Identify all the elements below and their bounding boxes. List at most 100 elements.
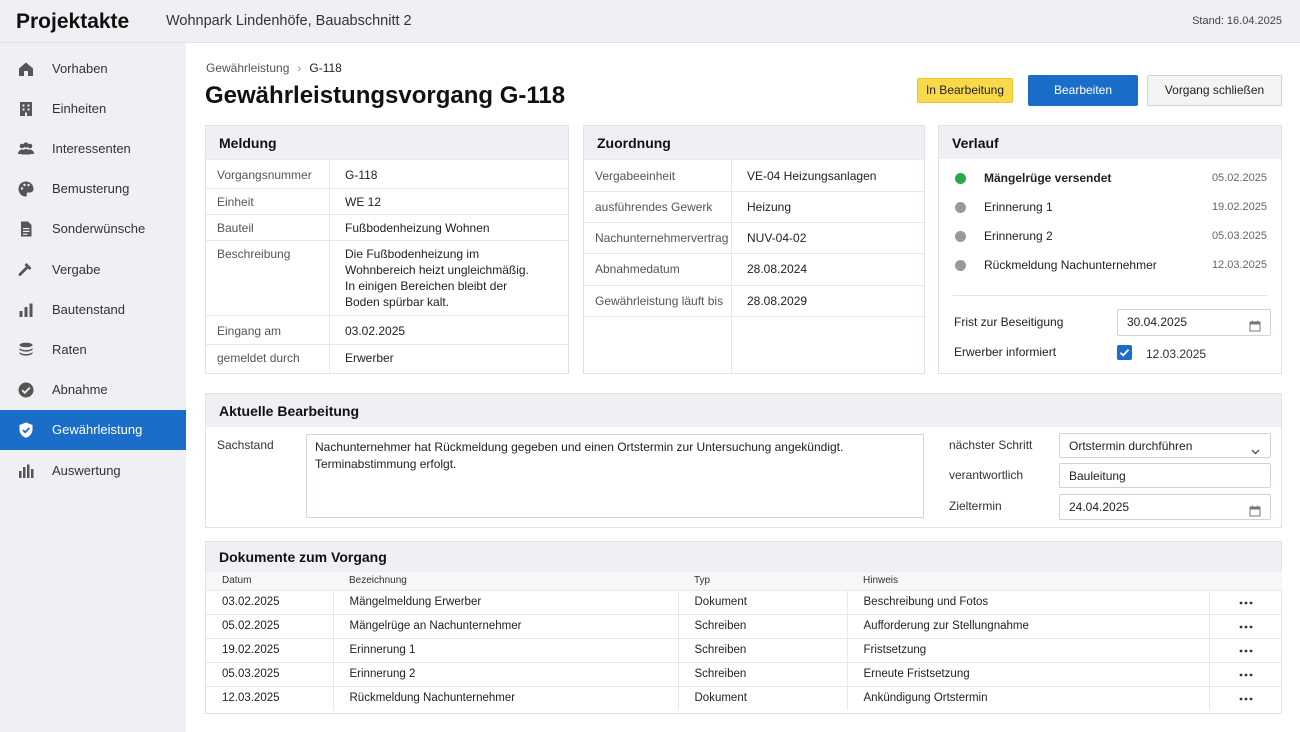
divider	[953, 295, 1267, 296]
bearbeitung-card: Aktuelle Bearbeitung Sachstand Nachunter…	[205, 393, 1282, 528]
calendar-icon[interactable]	[1249, 501, 1261, 517]
sidebar: Vorhaben Einheiten Interessenten Bemuste…	[0, 43, 186, 732]
target-date-label: Zieltermin	[949, 499, 1002, 513]
edit-button[interactable]: Bearbeiten	[1028, 75, 1138, 106]
sidebar-item-interessenten[interactable]: Interessenten	[0, 129, 186, 169]
kv-value: WE 12	[345, 195, 382, 209]
stand-date: Stand: 16.04.2025	[1192, 15, 1282, 27]
responsible-label: verantwortlich	[949, 468, 1024, 482]
more-icon[interactable]	[1239, 601, 1253, 605]
sidebar-item-raten[interactable]: Raten	[0, 330, 186, 370]
chevron-down-icon	[1250, 441, 1261, 455]
history-item: Erinnerung 1 19.02.2025	[955, 198, 1267, 218]
deadline-label: Frist zur Beseitigung	[954, 315, 1064, 329]
cell-type: Schreiben	[678, 613, 848, 638]
sidebar-item-sonderwuensche[interactable]: Sonderwünsche	[0, 209, 186, 249]
breadcrumb-parent-link[interactable]: Gewährleistung	[206, 61, 289, 75]
more-icon[interactable]	[1239, 649, 1253, 653]
kv-value: Heizung	[747, 200, 792, 214]
page-title: Gewährleistungsvorgang G-118	[205, 82, 566, 109]
buyer-informed-checkbox[interactable]	[1117, 345, 1132, 360]
sidebar-item-bautenstand[interactable]: Bautenstand	[0, 290, 186, 330]
sidebar-item-label: Einheiten	[52, 101, 107, 116]
column-header[interactable]: Hinweis	[847, 572, 1209, 591]
row-actions	[1209, 613, 1282, 638]
documents-card: Dokumente zum Vorgang Datum Bezeichnung …	[205, 541, 1282, 714]
kv-row: Eingang am 03.02.2025	[206, 315, 568, 344]
table-row[interactable]: 05.03.2025 Erinnerung 2 Schreiben Erneut…	[206, 661, 1282, 686]
responsible-input[interactable]: Bauleitung	[1059, 463, 1271, 488]
sidebar-item-label: Auswertung	[52, 463, 121, 478]
table-row[interactable]: 12.03.2025 Rückmeldung Nachunternehmer D…	[206, 685, 1282, 710]
row-actions	[1209, 589, 1282, 614]
kv-row: Abnahmedatum 28.08.2024	[584, 253, 924, 285]
column-header[interactable]: Datum	[206, 572, 333, 591]
kv-row: Vergabeeinheit VE-04 Heizungsanlagen	[584, 159, 924, 191]
more-icon[interactable]	[1239, 673, 1253, 677]
shield-icon	[17, 421, 35, 439]
kv-value: Fußbodenheizung Wohnen	[345, 221, 490, 235]
column-header[interactable]: Typ	[678, 572, 847, 591]
sidebar-item-bemusterung[interactable]: Bemusterung	[0, 169, 186, 209]
status-textarea[interactable]: Nachunternehmer hat Rückmeldung gegeben …	[306, 434, 924, 518]
sidebar-item-auswertung[interactable]: Auswertung	[0, 451, 186, 491]
kv-value: 28.08.2024	[747, 262, 808, 276]
next-step-label: nächster Schritt	[949, 438, 1033, 452]
more-icon[interactable]	[1239, 625, 1253, 629]
history-label: Mängelrüge versendet	[984, 171, 1112, 185]
row-actions	[1209, 685, 1282, 710]
cell-name: Rückmeldung Nachunternehmer	[333, 685, 679, 710]
history-date: 12.03.2025	[1211, 259, 1267, 271]
target-date-value: 24.04.2025	[1069, 500, 1130, 514]
chevron-right-icon: ›	[297, 61, 302, 75]
table-row[interactable]: 19.02.2025 Erinnerung 1 Schreiben Frists…	[206, 637, 1282, 662]
sidebar-item-abnahme[interactable]: Abnahme	[0, 370, 186, 410]
close-case-button[interactable]: Vorgang schließen	[1147, 75, 1282, 106]
sidebar-item-vergabe[interactable]: Vergabe	[0, 250, 186, 290]
verlauf-card: Verlauf Mängelrüge versendet 05.02.2025 …	[938, 125, 1282, 374]
kv-value: G-118	[345, 168, 378, 182]
deadline-date-input[interactable]: 30.04.2025	[1117, 309, 1271, 336]
breadcrumb: Gewährleistung › G-118	[206, 61, 342, 75]
coins-icon	[17, 341, 35, 359]
kv-value: VE-04 Heizungsanlagen	[747, 169, 877, 183]
deadline-date-value: 30.04.2025	[1127, 315, 1188, 329]
history-label: Erinnerung 2	[984, 229, 1053, 243]
table-row[interactable]: 05.02.2025 Mängelrüge an Nachunternehmer…	[206, 613, 1282, 638]
app-title: Projektakte	[16, 10, 130, 33]
history-item: Mängelrüge versendet 05.02.2025	[955, 169, 1267, 189]
sidebar-item-vorhaben[interactable]: Vorhaben	[0, 49, 186, 89]
kv-key: Beschreibung	[217, 247, 291, 261]
kv-value: 03.02.2025	[345, 324, 406, 338]
cell-name: Erinnerung 1	[333, 637, 679, 662]
people-icon	[17, 140, 35, 158]
status-dot-icon	[955, 231, 966, 242]
hammer-icon	[17, 261, 35, 279]
target-date-input[interactable]: 24.04.2025	[1059, 494, 1271, 520]
row-actions	[1209, 661, 1282, 686]
sidebar-item-label: Raten	[52, 342, 87, 357]
chart-icon	[17, 462, 35, 480]
cell-note: Beschreibung und Fotos	[847, 589, 1210, 614]
column-header[interactable]: Bezeichnung	[333, 572, 678, 591]
calendar-icon[interactable]	[1249, 316, 1261, 332]
sidebar-item-einheiten[interactable]: Einheiten	[0, 89, 186, 129]
more-icon[interactable]	[1239, 697, 1253, 701]
history-date: 05.03.2025	[1211, 230, 1267, 242]
table-header-row: Datum Bezeichnung Typ Hinweis	[206, 572, 1282, 591]
kv-row: Beschreibung Die Fußbodenheizung im Wohn…	[206, 240, 568, 315]
breadcrumb-current: G-118	[309, 61, 342, 75]
kv-key: Eingang am	[217, 324, 282, 338]
cell-type: Schreiben	[678, 661, 848, 686]
kv-key: Abnahmedatum	[595, 262, 680, 276]
cell-note: Erneute Fristsetzung	[847, 661, 1210, 686]
kv-value: Die Fußbodenheizung im Wohnbereich heizt…	[345, 247, 529, 309]
next-step-select[interactable]: Ortstermin durchführen	[1059, 433, 1271, 458]
kv-row: Nachunternehmervertrag NUV-04-02	[584, 222, 924, 253]
sidebar-item-label: Sonderwünsche	[52, 221, 146, 236]
bar-chart-icon	[17, 301, 35, 319]
sidebar-item-gewaehrleistung[interactable]: Gewährleistung	[0, 410, 186, 450]
row-actions	[1209, 637, 1282, 662]
cell-type: Schreiben	[678, 637, 848, 662]
table-row[interactable]: 03.02.2025 Mängelmeldung Erwerber Dokume…	[206, 589, 1282, 614]
